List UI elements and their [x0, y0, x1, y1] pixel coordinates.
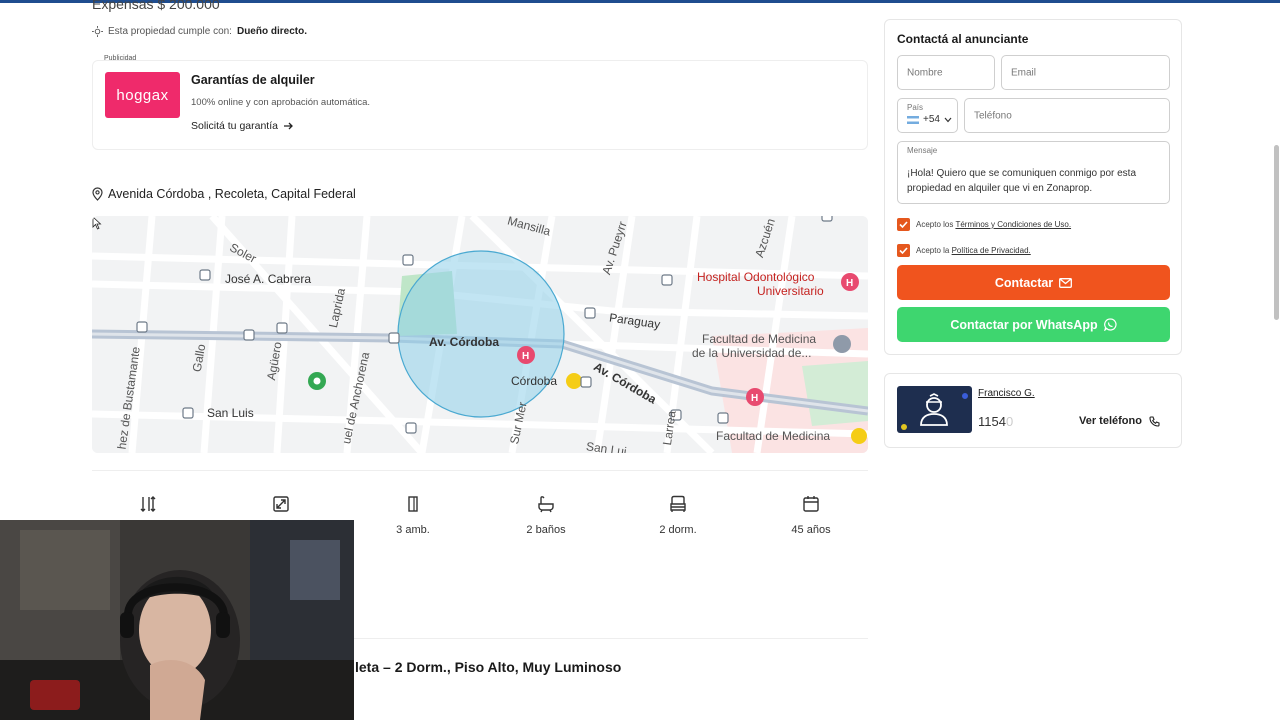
agent-phone: 11540	[978, 414, 1013, 429]
map-label-hospital: Hospital Odontológico	[697, 270, 815, 284]
email-field[interactable]: Email	[1001, 55, 1170, 90]
location-pin-icon	[92, 187, 103, 201]
map-label-san-luis: San Luis	[207, 406, 254, 420]
agent-phone-hidden: 0	[1005, 414, 1014, 429]
agent-phone-visible: 1154	[978, 414, 1006, 429]
map-label-cabrera: José A. Cabrera	[225, 272, 312, 286]
country-code-select[interactable]: País +54	[897, 98, 958, 133]
map-label-facultad-medicina: Facultad de Medicina	[716, 429, 831, 443]
terms-label: Acepto los Términos y Condiciones de Uso…	[916, 220, 1071, 229]
surface-total-icon	[140, 496, 156, 512]
calendar-icon	[803, 496, 819, 512]
surface-covered-icon	[273, 496, 289, 512]
ad-link[interactable]: Solicitá tu garantía	[191, 120, 294, 132]
country-code: +54	[923, 114, 940, 125]
mouse-cursor-icon	[92, 216, 102, 230]
feature-bathrooms: 2 baños	[506, 495, 586, 536]
check-icon	[899, 221, 908, 229]
webcam-feed	[0, 520, 354, 720]
ad-subtitle: 100% online y con aprobación automática.	[191, 97, 371, 108]
country-caption: País	[907, 103, 924, 112]
feature-label: 2 baños	[526, 524, 566, 536]
map-label-hospital-2: Universitario	[757, 284, 824, 298]
door-icon	[408, 496, 418, 512]
terms-checkbox[interactable]	[897, 218, 910, 231]
chevron-down-icon	[944, 117, 952, 122]
show-phone-button[interactable]: Ver teléfono	[1079, 415, 1160, 427]
name-placeholder: Nombre	[907, 67, 943, 78]
feature-rooms: 3 amb.	[373, 495, 453, 536]
map-label-av-cordoba: Av. Córdoba	[429, 335, 500, 349]
property-page: Expensas $ 200.000 Esta propiedad cumple…	[0, 0, 1280, 720]
whatsapp-icon	[1103, 318, 1117, 331]
svg-text:H: H	[751, 393, 758, 404]
email-placeholder: Email	[1011, 67, 1037, 78]
privacy-link[interactable]: Política de Privacidad.	[952, 246, 1031, 255]
check-icon	[899, 247, 908, 255]
webcam-overlay	[0, 520, 354, 720]
bed-icon	[670, 495, 686, 512]
argentina-flag-icon	[907, 115, 919, 124]
sun-icon	[92, 26, 103, 37]
message-caption: Mensaje	[907, 146, 938, 155]
svg-text:H: H	[522, 351, 529, 362]
contact-card: Contactá al anunciante Nombre Email País…	[884, 19, 1182, 355]
compliance-label: Esta propiedad cumple con:	[108, 26, 232, 37]
phone-placeholder: Teléfono	[974, 110, 1012, 121]
contact-title: Contactá al anunciante	[897, 32, 1029, 46]
name-field[interactable]: Nombre	[897, 55, 995, 90]
terms-link[interactable]: Términos y Condiciones de Uso.	[955, 220, 1071, 229]
message-field[interactable]: Mensaje ¡Hola! Quiero que se comuniquen …	[897, 141, 1170, 204]
terms-prefix: Acepto los	[916, 220, 954, 229]
ad-title: Garantías de alquiler	[191, 73, 315, 87]
location-map[interactable]: HHH Soler José A. Cabrera Laprida Mansil…	[92, 216, 868, 453]
feature-age: 45 años	[771, 495, 851, 536]
agent-card: Francisco G. 11540 Ver teléfono	[884, 373, 1182, 448]
phone-field[interactable]: Teléfono	[964, 98, 1170, 133]
section-divider	[92, 470, 868, 471]
phone-icon	[1149, 415, 1160, 427]
page-scrollbar[interactable]	[1274, 145, 1279, 320]
contact-button[interactable]: Contactar	[897, 265, 1170, 300]
arrow-right-icon	[283, 122, 293, 130]
whatsapp-button[interactable]: Contactar por WhatsApp	[897, 307, 1170, 342]
status-dot-icon	[901, 424, 907, 430]
agent-name[interactable]: Francisco G.	[978, 388, 1035, 399]
whatsapp-button-label: Contactar por WhatsApp	[950, 317, 1098, 332]
verified-badge-icon	[960, 391, 970, 401]
feature-bedrooms: 2 dorm.	[638, 495, 718, 536]
hoggax-logo: hoggax	[105, 72, 180, 118]
bathtub-icon	[538, 496, 554, 513]
expensas-text: Expensas $ 200.000	[92, 0, 220, 12]
map-label-facultad-1: Facultad de Medicina	[702, 332, 817, 346]
feature-label: 2 dorm.	[659, 524, 697, 536]
feature-label: 3 amb.	[396, 524, 430, 536]
contact-button-label: Contactar	[994, 275, 1054, 290]
country-value: +54	[907, 114, 952, 125]
privacy-prefix: Acepto la	[916, 246, 950, 255]
property-compliance: Esta propiedad cumple con: Dueño directo…	[92, 26, 307, 37]
address-text: Avenida Córdoba , Recoleta, Capital Fede…	[108, 187, 356, 201]
show-phone-label: Ver teléfono	[1079, 415, 1142, 427]
ad-card[interactable]: hoggax Garantías de alquiler 100% online…	[92, 60, 868, 150]
map-label-cordoba-station: Córdoba	[511, 374, 558, 388]
message-text: ¡Hola! Quiero que se comuniquen conmigo …	[907, 168, 1137, 194]
listing-title: leta – 2 Dorm., Piso Alto, Muy Luminoso	[355, 659, 622, 675]
map-label-facultad-2: de la Universidad de...	[692, 346, 812, 360]
feature-label: 45 años	[791, 524, 831, 536]
mail-icon	[1059, 277, 1073, 288]
privacy-label: Acepto la Política de Privacidad.	[916, 246, 1031, 255]
ad-link-label: Solicitá tu garantía	[191, 120, 278, 132]
compliance-value: Dueño directo.	[236, 26, 307, 37]
privacy-checkbox[interactable]	[897, 244, 910, 257]
address: Avenida Córdoba , Recoleta, Capital Fede…	[92, 187, 356, 201]
svg-text:H: H	[846, 278, 853, 289]
